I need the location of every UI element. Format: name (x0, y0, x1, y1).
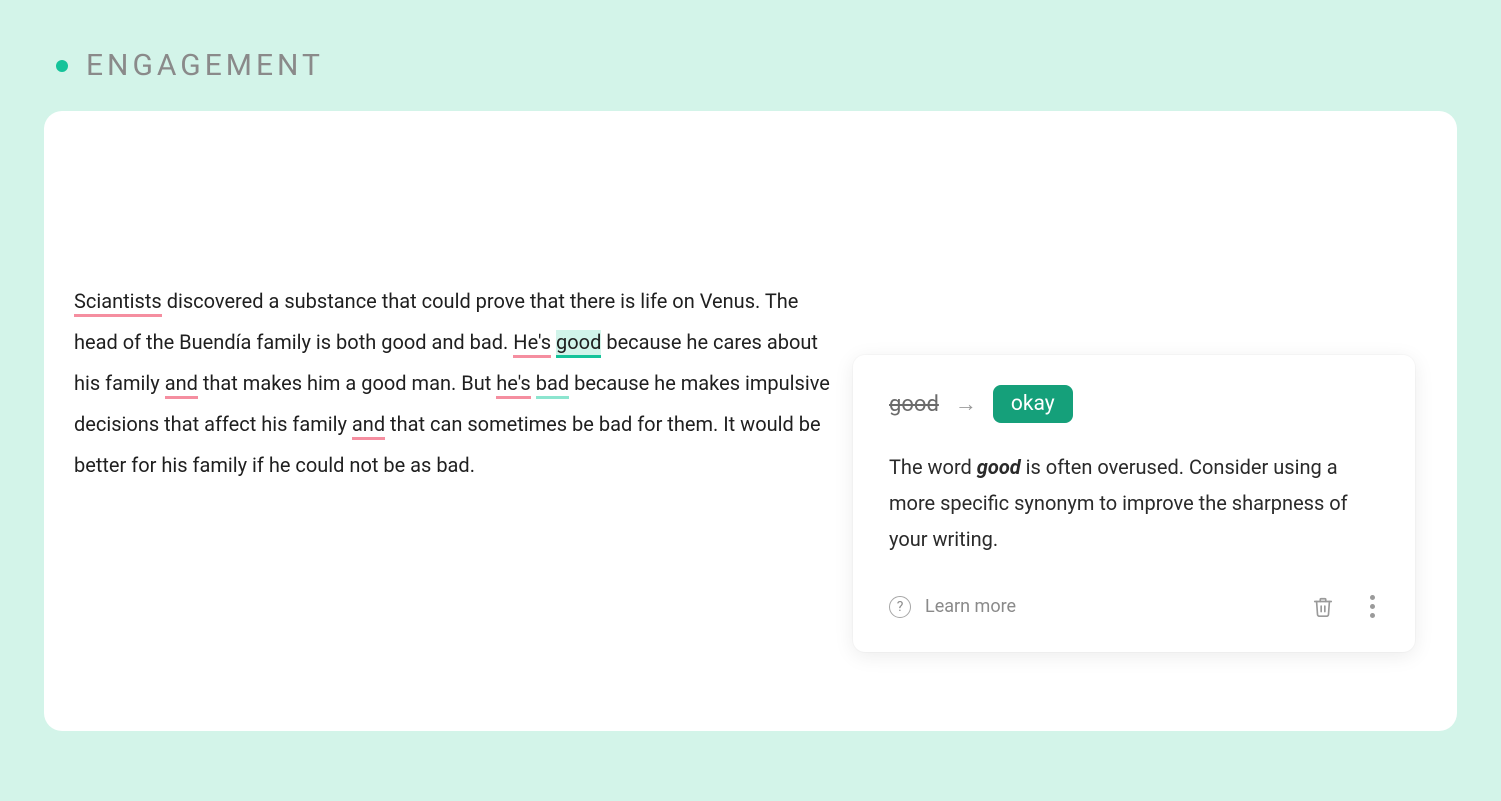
suggestion-explanation: The word good is often overused. Conside… (889, 449, 1379, 557)
more-options-icon[interactable] (1366, 591, 1379, 622)
underline-mint[interactable]: bad (536, 371, 569, 399)
explanation-prefix: The word (889, 455, 977, 479)
category-title: ENGAGEMENT (86, 48, 324, 83)
category-dot-icon (56, 60, 68, 72)
suggestion-replace-row: good → okay (889, 385, 1379, 423)
text-segment[interactable]: that makes him a good man. But (198, 371, 496, 395)
underline-pink[interactable]: Sciantists (74, 289, 162, 317)
replacement-button[interactable]: okay (993, 385, 1073, 423)
underline-pink[interactable]: He's (513, 330, 551, 358)
suggestion-card: good → okay The word good is often overu… (853, 355, 1415, 652)
underline-pink[interactable]: he's (496, 371, 531, 399)
original-word: good (889, 392, 939, 417)
suggestion-footer: ? Learn more (889, 591, 1379, 622)
editor-text[interactable]: Sciantists discovered a substance that c… (74, 281, 844, 691)
text-segment[interactable] (531, 371, 536, 395)
explanation-word: good (977, 455, 1021, 479)
underline-pink[interactable]: and (165, 371, 198, 399)
arrow-right-icon: → (955, 391, 977, 417)
editor-card: Sciantists discovered a substance that c… (44, 111, 1457, 731)
learn-more-link[interactable]: Learn more (925, 596, 1016, 617)
underline-pink[interactable]: and (352, 412, 385, 440)
category-header: ENGAGEMENT (0, 0, 1501, 111)
help-icon[interactable]: ? (889, 596, 911, 618)
underline-green-highlight[interactable]: good (556, 330, 601, 358)
trash-icon[interactable] (1312, 595, 1334, 619)
